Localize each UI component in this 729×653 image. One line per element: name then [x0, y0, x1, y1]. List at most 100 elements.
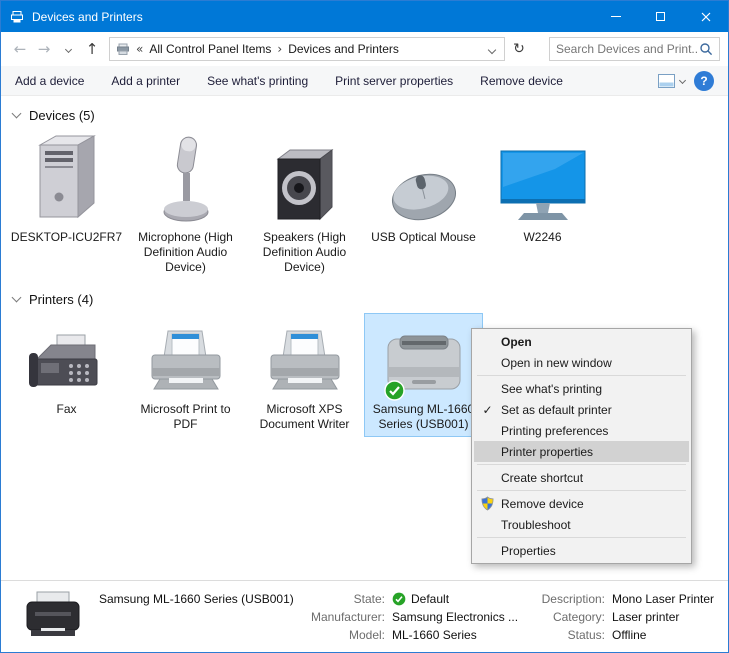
menu-item-label: Remove device	[501, 497, 584, 511]
detail-row-model: Model: ML-1660 Series	[301, 626, 527, 644]
add-a-printer-button[interactable]: Add a printer	[111, 74, 180, 88]
device-label: USB Optical Mouse	[371, 225, 476, 245]
menu-item-properties[interactable]: Properties	[474, 540, 689, 561]
printer-item-samsung-ml1660[interactable]: Samsung ML-1660 Series (USB001)	[364, 313, 483, 437]
printer-item-print-to-pdf[interactable]: Microsoft Print to PDF	[126, 313, 245, 437]
window-title: Devices and Printers	[32, 10, 143, 24]
devices-list: DESKTOP-ICU2FR7 Microphone (High Definit…	[1, 125, 728, 280]
search-input[interactable]	[556, 42, 699, 56]
devices-section-title: Devices (5)	[29, 108, 95, 123]
recent-locations-button[interactable]	[57, 37, 79, 61]
address-bar[interactable]: « All Control Panel Items › Devices and …	[109, 37, 505, 61]
details-title: Samsung ML-1660 Series (USB001)	[99, 590, 301, 606]
printer-item-xps-writer[interactable]: Microsoft XPS Document Writer	[245, 313, 364, 437]
chevron-down-icon	[679, 77, 686, 84]
print-server-properties-button[interactable]: Print server properties	[335, 74, 453, 88]
detail-key: State:	[301, 590, 385, 608]
devices-section-header[interactable]: Devices (5)	[1, 96, 728, 125]
details-pane-toggle-button[interactable]	[658, 74, 685, 88]
menu-item-troubleshoot[interactable]: Troubleshoot	[474, 514, 689, 535]
minimize-button[interactable]	[593, 1, 638, 32]
menu-item-label: See what's printing	[501, 382, 602, 396]
fax-icon	[27, 317, 107, 397]
printer-icon	[144, 317, 228, 397]
printer-label: Samsung ML-1660 Series (USB001)	[368, 397, 480, 432]
breadcrumb-item-devices-printers[interactable]: Devices and Printers	[287, 42, 400, 56]
toolbar-right-controls: ?	[658, 71, 714, 91]
caption-buttons	[593, 1, 728, 32]
detail-row-status: Status: Offline	[527, 626, 718, 644]
printer-label: Microsoft Print to PDF	[130, 397, 242, 432]
maximize-button[interactable]	[638, 1, 683, 32]
close-icon	[701, 12, 711, 22]
default-check-icon	[392, 592, 406, 606]
navigation-bar: ← → ↑ « All Control Panel Items › Device…	[1, 32, 728, 66]
menu-item-label: Printing preferences	[501, 424, 608, 438]
forward-button[interactable]: →	[33, 37, 55, 61]
close-button[interactable]	[683, 1, 728, 32]
menu-item-create-shortcut[interactable]: Create shortcut	[474, 467, 689, 488]
title-bar[interactable]: Devices and Printers	[1, 1, 728, 32]
add-a-device-button[interactable]: Add a device	[15, 74, 84, 88]
breadcrumb-item-control-panel[interactable]: All Control Panel Items	[148, 42, 272, 56]
menu-item-label: Troubleshoot	[501, 518, 571, 532]
printer-icon	[263, 317, 347, 397]
details-pane-icon	[658, 74, 675, 88]
printer-item-fax[interactable]: Fax	[7, 313, 126, 437]
printers-section-header[interactable]: Printers (4)	[1, 280, 728, 309]
device-label: Speakers (High Definition Audio Device)	[249, 225, 361, 275]
device-item-monitor[interactable]: W2246	[483, 129, 602, 280]
device-item-mouse[interactable]: USB Optical Mouse	[364, 129, 483, 280]
printer-label: Microsoft XPS Document Writer	[249, 397, 361, 432]
detail-value: Samsung Electronics ...	[392, 608, 518, 626]
help-button[interactable]: ?	[694, 71, 714, 91]
address-location-icon	[115, 41, 131, 57]
menu-item-label: Set as default printer	[501, 403, 612, 417]
maximize-icon	[656, 12, 665, 21]
menu-item-label: Create shortcut	[501, 471, 583, 485]
details-left-column: State: Default Manufacturer: Samsung Ele…	[301, 590, 527, 644]
menu-item-set-as-default-printer[interactable]: ✓Set as default printer	[474, 399, 689, 420]
menu-item-remove-device[interactable]: Remove device	[474, 493, 689, 514]
detail-row-state: State: Default	[301, 590, 527, 608]
menu-item-see-whats-printing[interactable]: See what's printing	[474, 378, 689, 399]
computer-icon	[32, 133, 102, 225]
selected-printer-thumbnail-icon	[21, 590, 85, 642]
menu-item-label: Open	[501, 335, 532, 349]
chevron-down-icon	[64, 45, 71, 52]
device-item-microphone[interactable]: Microphone (High Definition Audio Device…	[126, 129, 245, 280]
address-dropdown-button[interactable]	[489, 42, 499, 56]
detail-row-category: Category: Laser printer	[527, 608, 718, 626]
breadcrumb-overflow[interactable]: «	[136, 42, 143, 56]
menu-separator	[477, 375, 686, 376]
device-item-desktop[interactable]: DESKTOP-ICU2FR7	[7, 129, 126, 280]
uac-shield-icon	[474, 496, 501, 511]
menu-item-open-in-new-window[interactable]: Open in new window	[474, 352, 689, 373]
search-icon[interactable]	[699, 42, 713, 56]
check-icon: ✓	[474, 403, 501, 417]
default-printer-check-icon	[384, 380, 405, 401]
details-right-column: Description: Mono Laser Printer Category…	[527, 590, 718, 644]
device-label: W2246	[523, 225, 561, 245]
search-box	[549, 37, 720, 61]
speaker-icon	[270, 133, 340, 225]
remove-device-button[interactable]: Remove device	[480, 74, 563, 88]
menu-item-open[interactable]: Open	[474, 331, 689, 352]
detail-row-manufacturer: Manufacturer: Samsung Electronics ...	[301, 608, 527, 626]
menu-item-printing-preferences[interactable]: Printing preferences	[474, 420, 689, 441]
collapse-chevron-icon	[12, 109, 22, 119]
menu-item-printer-properties[interactable]: Printer properties	[474, 441, 689, 462]
minimize-icon	[611, 16, 621, 17]
devices-and-printers-window: Devices and Printers ← → ↑ « All Control…	[0, 0, 729, 653]
refresh-button[interactable]: ↻	[507, 37, 531, 61]
up-button[interactable]: ↑	[81, 37, 103, 61]
collapse-chevron-icon	[12, 293, 22, 303]
device-item-speakers[interactable]: Speakers (High Definition Audio Device)	[245, 129, 364, 280]
detail-key: Description:	[527, 590, 605, 608]
detail-value: Laser printer	[612, 608, 679, 626]
back-button[interactable]: ←	[9, 37, 31, 61]
device-label: DESKTOP-ICU2FR7	[11, 225, 122, 245]
detail-key: Status:	[527, 626, 605, 644]
see-whats-printing-button[interactable]: See what's printing	[207, 74, 308, 88]
laser-printer-icon	[382, 317, 466, 397]
